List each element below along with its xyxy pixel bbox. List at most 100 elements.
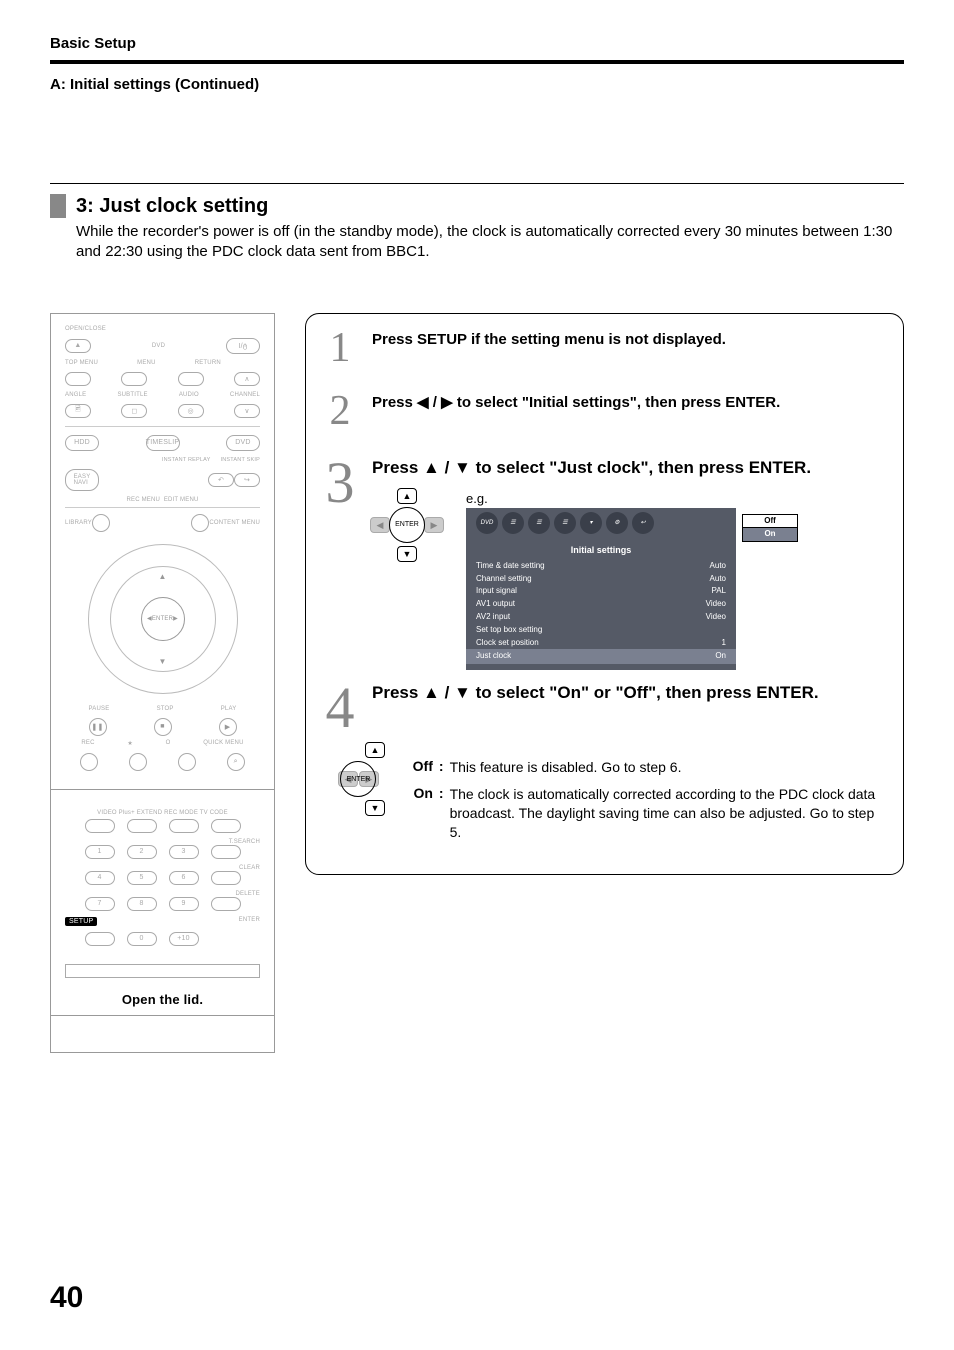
rc-ch-down-button: ∨	[234, 404, 260, 418]
pad-up-button: ▲	[397, 488, 417, 504]
menu-row: Set top box setting	[476, 624, 726, 637]
menu-option-on: On	[742, 528, 798, 542]
step-3: 3 Press ▲ / ▼ to select "Just clock", th…	[320, 457, 883, 670]
menu-row-highlighted: Just clockOn	[466, 649, 736, 664]
rc-rec-button	[80, 753, 98, 771]
menu-icon-7: ↩	[632, 512, 654, 534]
rc-num-4: 4	[85, 871, 115, 885]
menu-icon-6: ⚙	[606, 512, 628, 534]
rc-library-button	[92, 514, 110, 532]
menu-icon-4: ☰	[554, 512, 576, 534]
menu-title: Initial settings	[476, 544, 726, 556]
step-number: 3	[320, 457, 360, 670]
menu-row: Clock set position1	[476, 637, 726, 650]
pad-enter-button: ENTER	[389, 507, 425, 543]
menu-icon-5: ▾	[580, 512, 602, 534]
rc-contentmenu-button	[191, 514, 209, 532]
enter-pad-figure: ▲ ▼ ◀ ▶ ENTER	[340, 744, 377, 814]
rc-topmenu-button	[65, 372, 91, 386]
rc-clear-button	[211, 871, 241, 885]
pad-up-button: ▲	[365, 742, 385, 758]
instruction-steps-box: 1 Press SETUP if the setting menu is not…	[305, 313, 904, 875]
rc-number-pad: VIDEO Plus+ EXTEND REC MODE TV CODE T.SE…	[51, 789, 274, 1016]
rc-stop-button: ■	[154, 718, 172, 736]
rc-star-button	[129, 753, 147, 771]
rc-instant-skip-button: ↪	[234, 473, 260, 487]
section-title: 3: Just clock setting	[76, 195, 268, 218]
rc-plus10-button: +10	[169, 932, 199, 946]
arrow-down-icon: ▼	[454, 457, 471, 480]
rc-num-1: 1	[85, 845, 115, 859]
step-4: 4 Press ▲ / ▼ to select "On" or "Off", t…	[320, 682, 883, 734]
menu-row: AV1 outputVideo	[476, 598, 726, 611]
section-title-row: 3: Just clock setting	[50, 194, 904, 218]
step-number: 2	[320, 393, 360, 431]
menu-icon-2: ☰	[502, 512, 524, 534]
rc-tvcode-button	[211, 819, 241, 833]
page-number: 40	[50, 1281, 83, 1315]
enter-pad-figure: ▲ ▼ ◀ ▶ ENTER	[372, 490, 442, 560]
arrow-left-icon: ◀	[417, 393, 429, 413]
rc-return-button	[178, 372, 204, 386]
rc-play-button: ▶	[219, 718, 237, 736]
step-1: 1 Press SETUP if the setting menu is not…	[320, 330, 883, 368]
rc-num-3: 3	[169, 845, 199, 859]
rc-num-9: 9	[169, 897, 199, 911]
rc-num-2: 2	[127, 845, 157, 859]
section-intro-text: While the recorder's power is off (in th…	[76, 222, 904, 263]
menu-row: Time & date settingAuto	[476, 560, 726, 573]
divider-thick	[50, 60, 904, 64]
example-label: e.g.	[466, 490, 883, 508]
rc-audio-button: ◎	[178, 404, 204, 418]
rc-num-5: 5	[127, 871, 157, 885]
rc-tsearch-button	[211, 845, 241, 859]
rc-pause-button: ❚❚	[89, 718, 107, 736]
rc-menu-button	[121, 372, 147, 386]
rc-easynavi-button: EASYNAVI	[65, 469, 99, 491]
title-accent-bar	[50, 194, 66, 218]
subsection-heading: A: Initial settings (Continued)	[50, 76, 904, 93]
rc-extend-button	[127, 819, 157, 833]
step-body: Press ▲ / ▼ to select "Just clock", then…	[372, 457, 883, 670]
rc-o-button	[178, 753, 196, 771]
step-text: Press SETUP if the setting menu is not d…	[372, 330, 883, 368]
rc-label-openclose: OPEN/CLOSE	[65, 326, 260, 332]
rc-timeslip-button: TIMESLIP	[146, 435, 180, 451]
onscreen-menu-figure: DVD ☰ ☰ ☰ ▾ ⚙ ↩ Initial settings	[466, 508, 736, 671]
step-body: Press ▲ / ▼ to select "On" or "Off", the…	[372, 682, 883, 734]
rc-subtitle-button: ◻	[121, 404, 147, 418]
definition-off: Off : This feature is disabled. Go to st…	[397, 758, 883, 777]
menu-row: Channel settingAuto	[476, 573, 726, 586]
pad-enter-button: ENTER	[340, 761, 376, 797]
step-text: Press ◀ / ▶ to select "Initial settings"…	[372, 393, 883, 431]
arrow-up-icon: ▲	[423, 457, 440, 480]
pad-left-button: ◀	[370, 517, 390, 533]
step-number: 1	[320, 330, 360, 368]
rc-hdd-button: HDD	[65, 435, 99, 451]
menu-row: Input signalPAL	[476, 585, 726, 598]
menu-icon-dvd: DVD	[476, 512, 498, 534]
rc-ch-up-button: ∧	[234, 372, 260, 386]
arrow-up-icon: ▲	[423, 682, 440, 705]
rc-dvd-button: DVD	[226, 435, 260, 451]
step-2: 2 Press ◀ / ▶ to select "Initial setting…	[320, 393, 883, 431]
rc-enter-button: ◀ ENTER ▶	[141, 597, 185, 641]
rc-vp-labels: VIDEO Plus+ EXTEND REC MODE TV CODE	[97, 810, 228, 816]
menu-row: AV2 inputVideo	[476, 611, 726, 624]
pad-right-button: ▶	[424, 517, 444, 533]
rc-eject-button: ▲	[65, 339, 91, 353]
remote-control-figure: OPEN/CLOSE ▲ DVD I/ტ TOP MENUMENURETURN …	[50, 313, 275, 1053]
rc-instant-replay-button: ↶	[208, 473, 234, 487]
rc-quickmenu-button: ⌕	[227, 753, 245, 771]
rc-setup-button	[85, 932, 115, 946]
menu-option-off: Off	[742, 514, 798, 529]
rc-num-6: 6	[169, 871, 199, 885]
arrow-right-icon: ▶	[441, 393, 453, 413]
rc-num-7: 7	[85, 897, 115, 911]
pad-down-button: ▼	[365, 800, 385, 816]
rc-setup-label: SETUP	[65, 917, 97, 926]
rc-recmode-button	[169, 819, 199, 833]
pad-down-button: ▼	[397, 546, 417, 562]
rc-input-button: I/ტ	[226, 338, 260, 354]
menu-side-options: Off On	[742, 514, 798, 543]
